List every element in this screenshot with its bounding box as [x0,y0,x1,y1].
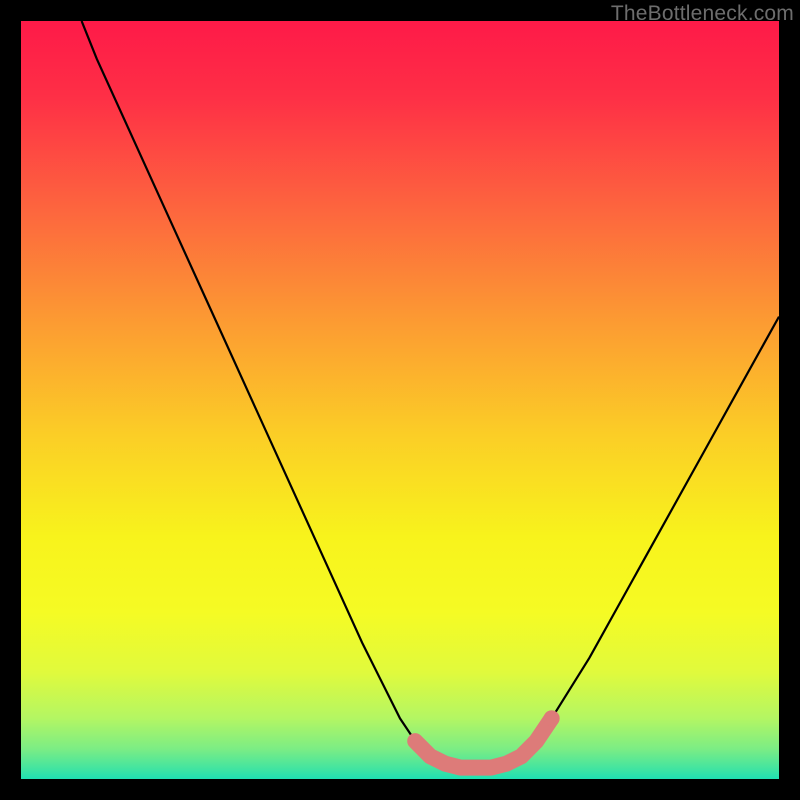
marker-dot [544,710,560,726]
plot-area [21,21,779,779]
watermark-text: TheBottleneck.com [611,2,794,26]
chart-svg [21,21,779,779]
gradient-background [21,21,779,779]
chart-frame: TheBottleneck.com [0,0,800,800]
